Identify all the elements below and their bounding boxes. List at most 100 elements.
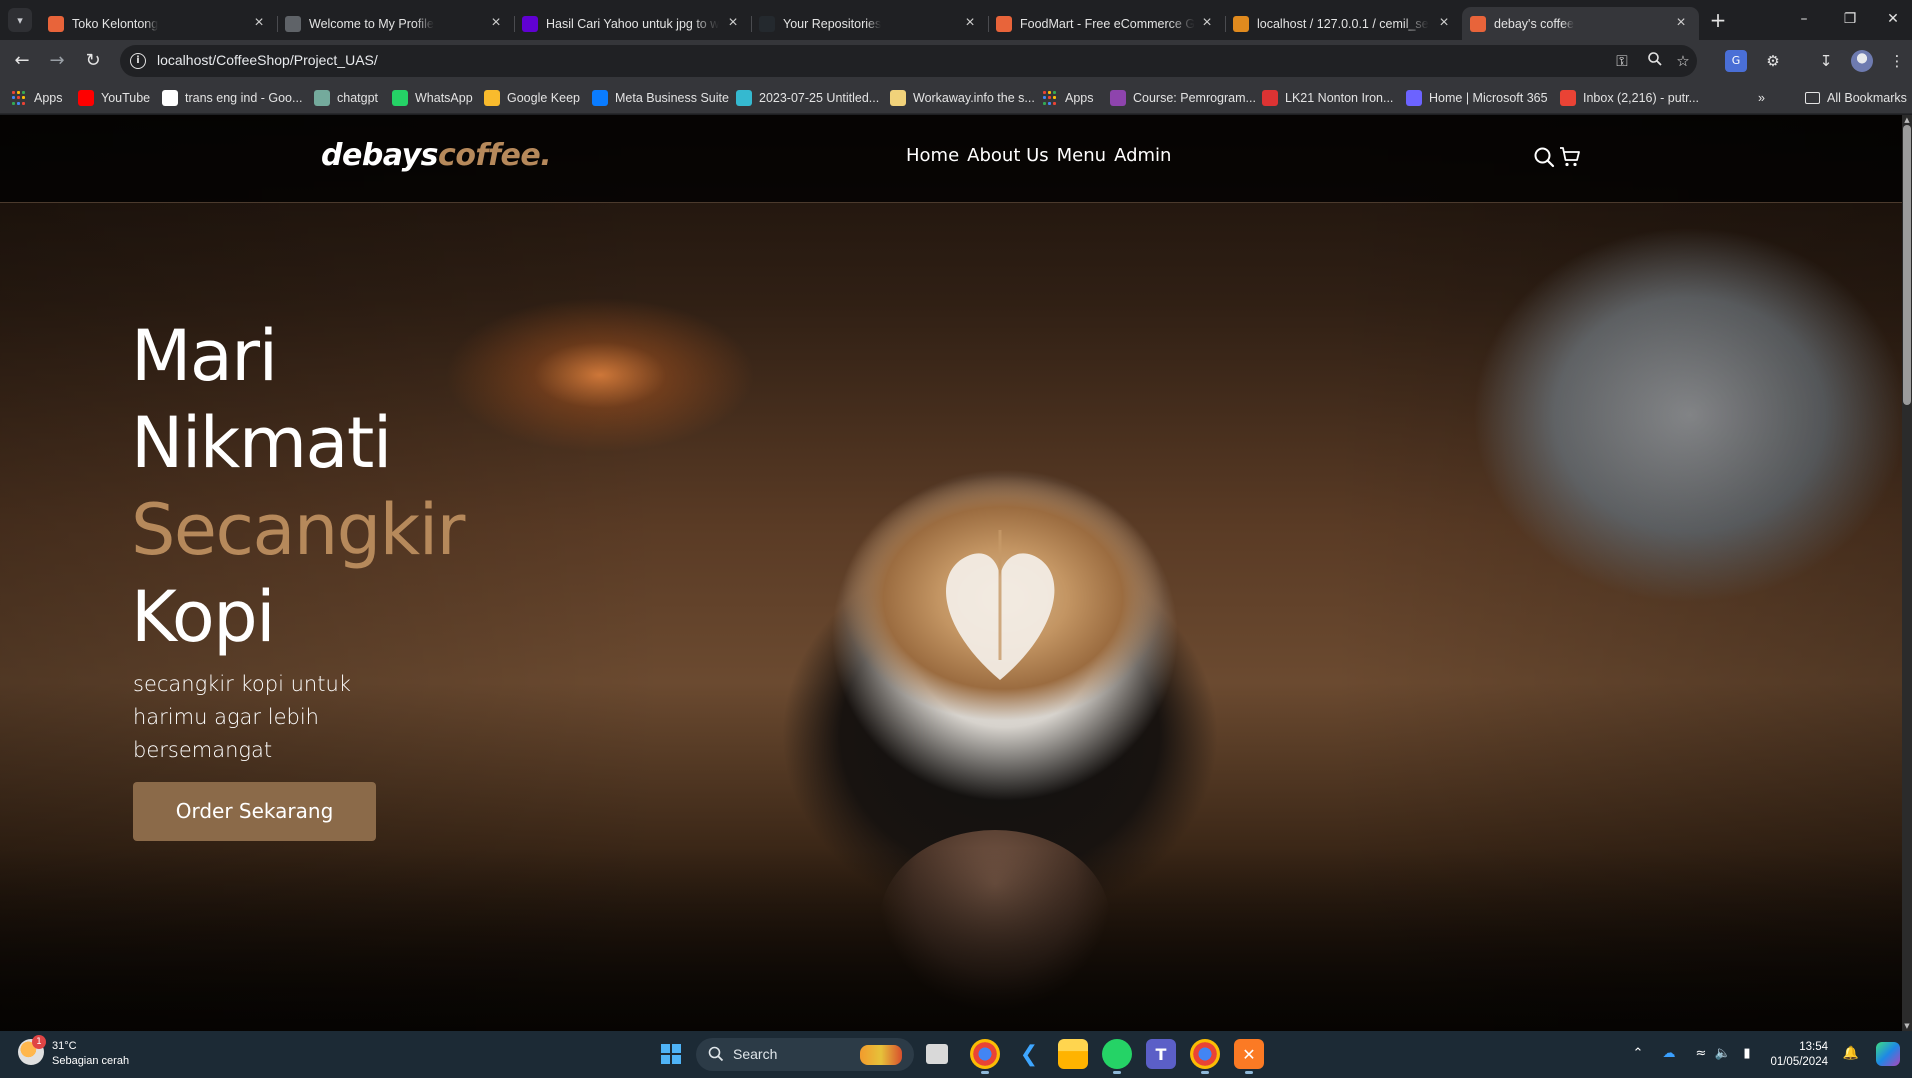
bookmark-label: YouTube [101,91,151,105]
tab-close-icon[interactable]: × [1673,15,1689,31]
bookmark-item[interactable]: YouTube [78,89,150,107]
chrome-profile-icon[interactable] [1190,1039,1220,1074]
reload-button[interactable]: ↻ [78,46,108,76]
browser-tab[interactable]: localhost / 127.0.0.1 / cemil_se × [1225,7,1462,40]
phpmyadmin-icon [1233,16,1249,32]
file-explorer-icon[interactable] [1058,1039,1088,1069]
copilot-icon[interactable] [1876,1042,1900,1066]
task-view-icon[interactable] [926,1044,948,1064]
extensions-puzzle-icon[interactable]: ⚙ [1762,50,1784,72]
back-button[interactable]: ← [7,46,37,76]
chrome-icon[interactable] [970,1039,1000,1074]
browser-tab[interactable]: Your Repositories × [751,7,988,40]
bookmark-label: Course: Pemrogram... [1133,91,1256,105]
forward-button[interactable]: → [42,46,72,76]
shopping-cart-icon[interactable] [1559,146,1581,168]
address-bar[interactable]: i localhost/CoffeeShop/Project_UAS/ ⚿ ☆ [120,45,1697,77]
onedrive-cloud-icon[interactable]: ☁ [1660,1045,1678,1063]
url-text[interactable]: localhost/CoffeeShop/Project_UAS/ [157,52,378,68]
bookmark-item[interactable]: 2023-07-25 Untitled... [736,89,879,107]
nav-link-admin[interactable]: Admin [1114,145,1171,166]
new-tab-button[interactable]: + [1704,6,1732,34]
download-icon[interactable]: ↧ [1815,50,1837,72]
close-window-button[interactable]: ✕ [1873,4,1912,34]
tab-close-icon[interactable]: × [1436,15,1452,31]
browser-tab[interactable]: Hasil Cari Yahoo untuk jpg to w × [514,7,751,40]
search-icon[interactable] [1533,146,1555,168]
order-now-button[interactable]: Order Sekarang [133,782,376,841]
nav-link-menu[interactable]: Menu [1057,145,1106,166]
site-info-icon[interactable]: i [130,53,146,69]
lk21-icon [1262,90,1278,106]
bookmark-item[interactable]: Workaway.info the s... [890,89,1035,107]
translate-extension-icon[interactable]: G [1725,50,1747,72]
tab-list: Toko Kelontong × Welcome to My Profile × Has… [40,3,1699,40]
all-bookmarks-folder[interactable]: All Bookmarks [1805,89,1907,107]
vscode-icon[interactable]: ❮ [1014,1039,1044,1069]
bookmark-item[interactable]: chatgpt [314,89,378,107]
bookmark-item[interactable]: Course: Pemrogram... [1110,89,1256,107]
bookmark-item[interactable]: LK21 Nonton Iron... [1262,89,1393,107]
apps-grid-icon [12,91,26,105]
profile-avatar[interactable] [1851,50,1873,72]
xampp-icon[interactable]: ✕ [1234,1039,1264,1074]
bookmark-item[interactable]: Home | Microsoft 365 [1406,89,1548,107]
minimize-button[interactable]: – [1784,4,1824,34]
browser-tab[interactable]: debay's coffee × [1462,7,1699,40]
tab-close-icon[interactable]: × [251,15,267,31]
weather-widget[interactable]: 1 31°C Sebagian cerah [18,1035,129,1069]
taskbar-clock[interactable]: 13:54 01/05/2024 [1770,1040,1828,1070]
zoom-icon[interactable] [1645,51,1665,71]
tab-title: Hasil Cari Yahoo untuk jpg to w [546,16,720,31]
tab-close-icon[interactable]: × [1199,15,1215,31]
tab-close-icon[interactable]: × [962,15,978,31]
restore-button[interactable]: ❐ [1830,4,1870,34]
page-scrollbar[interactable]: ▲ ▼ [1902,115,1912,1031]
tab-close-icon[interactable]: × [725,15,741,31]
bookmark-item[interactable]: Meta Business Suite [592,89,729,107]
youtube-icon [78,90,94,106]
scrollbar-thumb[interactable] [1903,125,1911,405]
chatgpt-icon [314,90,330,106]
course-icon [1110,90,1126,106]
teams-icon[interactable]: T [1146,1039,1176,1069]
volume-icon[interactable]: 🔈 [1714,1045,1732,1063]
bookmark-item[interactable]: Apps [1043,89,1094,107]
scroll-up-arrow-icon[interactable]: ▲ [1903,115,1911,125]
tab-title: localhost / 127.0.0.1 / cemil_se [1257,16,1429,31]
nav-link-about-us[interactable]: About Us [967,145,1049,166]
password-key-icon[interactable]: ⚿ [1612,51,1632,71]
apps-grid-icon [1043,91,1057,105]
whatsapp-icon[interactable] [1102,1039,1132,1074]
hero-heading-line-4: Kopi [131,576,276,658]
bookmark-item[interactable]: WhatsApp [392,89,473,107]
windows-taskbar: 1 31°C Sebagian cerah Search ❮ T ✕ ⌃ ☁ ≈… [0,1031,1912,1078]
menu-kebab-icon[interactable]: ⋮ [1886,50,1908,72]
taskbar-search-box[interactable]: Search [696,1038,914,1071]
browser-tab[interactable]: Toko Kelontong × [40,7,277,40]
bookmarks-overflow-chevron-icon[interactable]: » [1758,89,1765,107]
start-button-windows-icon[interactable] [656,1039,686,1069]
nav-link-home[interactable]: Home [906,145,959,166]
tray-overflow-chevron-icon[interactable]: ⌃ [1629,1045,1647,1063]
bookmark-label: WhatsApp [415,91,473,105]
clock-time: 13:54 [1799,1041,1828,1053]
browser-tab[interactable]: FoodMart - Free eCommerce G × [988,7,1225,40]
bookmark-item[interactable]: trans eng ind - Goo... [162,89,302,107]
bookmark-star-icon[interactable]: ☆ [1673,51,1693,71]
bookmark-item[interactable]: Inbox (2,216) - putr... [1560,89,1699,107]
scroll-down-arrow-icon[interactable]: ▼ [1903,1021,1911,1031]
wifi-icon[interactable]: ≈ [1692,1045,1710,1063]
bookmark-item[interactable]: Apps [12,89,63,107]
tab-title: Your Repositories [783,16,882,31]
browser-tab[interactable]: Welcome to My Profile × [277,7,514,40]
tab-search-button[interactable]: ▾ [8,8,32,32]
xampp-icon [1470,16,1486,32]
battery-icon[interactable]: ▮ [1738,1045,1756,1063]
bookmark-label: Workaway.info the s... [913,91,1035,105]
notification-bell-icon[interactable]: 🔔 [1842,1045,1860,1063]
bookmark-label: Google Keep [507,91,580,105]
site-logo[interactable]: debayscoffee. [321,138,552,173]
tab-close-icon[interactable]: × [488,15,504,31]
bookmark-item[interactable]: Google Keep [484,89,580,107]
